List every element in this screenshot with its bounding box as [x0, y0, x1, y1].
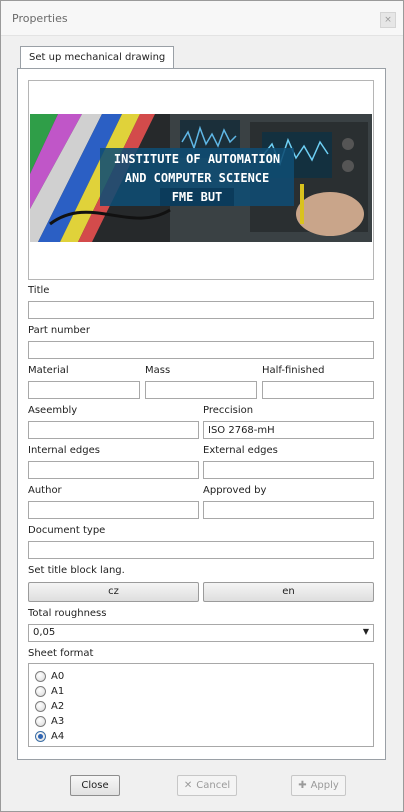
document-type-label: Document type	[28, 525, 106, 536]
tab-set-up-mechanical-drawing[interactable]: Set up mechanical drawing	[20, 46, 175, 69]
external-edges-input[interactable]	[203, 461, 374, 479]
banner-photo: INSTITUTE OF AUTOMATION AND COMPUTER SCI…	[30, 114, 372, 242]
window-close-button[interactable]: ×	[380, 12, 396, 28]
precision-label: Preccision	[203, 405, 254, 416]
approved-by-input[interactable]	[203, 501, 374, 519]
sheet-format-list: A0 A1 A2 A3 A4	[28, 663, 374, 747]
assembly-label: Aseembly	[28, 405, 78, 416]
internal-edges-input[interactable]	[28, 461, 199, 479]
institute-banner-image: INSTITUTE OF AUTOMATION AND COMPUTER SCI…	[30, 114, 372, 242]
apply-button[interactable]: ✚ Apply	[291, 775, 346, 796]
half-finished-label: Half-finished	[262, 365, 325, 376]
radio-button-icon[interactable]	[35, 671, 46, 682]
title-block-lang-label: Set title block lang.	[28, 565, 125, 576]
half-finished-input[interactable]	[262, 381, 374, 399]
external-edges-label: External edges	[203, 445, 278, 456]
cancel-button[interactable]: ✕ Cancel	[177, 775, 237, 796]
banner-text-line3: FME BUT	[172, 190, 223, 204]
material-input[interactable]	[28, 381, 140, 399]
radio-label-a3: A3	[51, 716, 65, 727]
mass-input[interactable]	[145, 381, 257, 399]
mass-label: Mass	[145, 365, 171, 376]
plus-icon: ✚	[298, 780, 307, 791]
radio-button-icon[interactable]	[35, 686, 46, 697]
lang-cz-button[interactable]: cz	[28, 582, 199, 602]
author-input[interactable]	[28, 501, 199, 519]
sheet-format-label: Sheet format	[28, 648, 94, 659]
radio-button-icon[interactable]	[35, 716, 46, 727]
close-button-label: Close	[81, 780, 109, 791]
apply-button-label: Apply	[310, 780, 339, 791]
radio-label-a1: A1	[51, 686, 65, 697]
total-roughness-label: Total roughness	[28, 608, 107, 619]
total-roughness-value: 0,05	[33, 627, 56, 638]
radio-label-a4: A4	[51, 731, 65, 742]
dropdown-arrow-icon[interactable]: ▼	[363, 627, 369, 636]
total-roughness-select[interactable]: 0,05 ▼	[28, 624, 374, 642]
author-label: Author	[28, 485, 62, 496]
radio-label-a0: A0	[51, 671, 65, 682]
title-label: Title	[28, 285, 50, 296]
cancel-button-label: Cancel	[196, 780, 231, 791]
close-button[interactable]: Close	[70, 775, 120, 796]
part-number-input[interactable]	[28, 341, 374, 359]
banner-text-line1: INSTITUTE OF AUTOMATION	[114, 152, 280, 166]
title-bar: Properties ×	[1, 1, 403, 36]
cancel-icon: ✕	[183, 780, 193, 791]
banner-text-line2: AND COMPUTER SCIENCE	[125, 171, 270, 185]
radio-button-checked-icon[interactable]	[35, 731, 46, 742]
radio-selected-dot	[38, 734, 43, 739]
document-type-input[interactable]	[28, 541, 374, 559]
window-title: Properties	[12, 12, 68, 25]
internal-edges-label: Internal edges	[28, 445, 100, 456]
lang-en-button[interactable]: en	[203, 582, 374, 602]
approved-by-label: Approved by	[203, 485, 267, 496]
part-number-label: Part number	[28, 325, 90, 336]
title-input[interactable]	[28, 301, 374, 319]
radio-label-a2: A2	[51, 701, 65, 712]
assembly-input[interactable]	[28, 421, 199, 439]
radio-button-icon[interactable]	[35, 701, 46, 712]
precision-input[interactable]	[203, 421, 374, 439]
material-label: Material	[28, 365, 69, 376]
